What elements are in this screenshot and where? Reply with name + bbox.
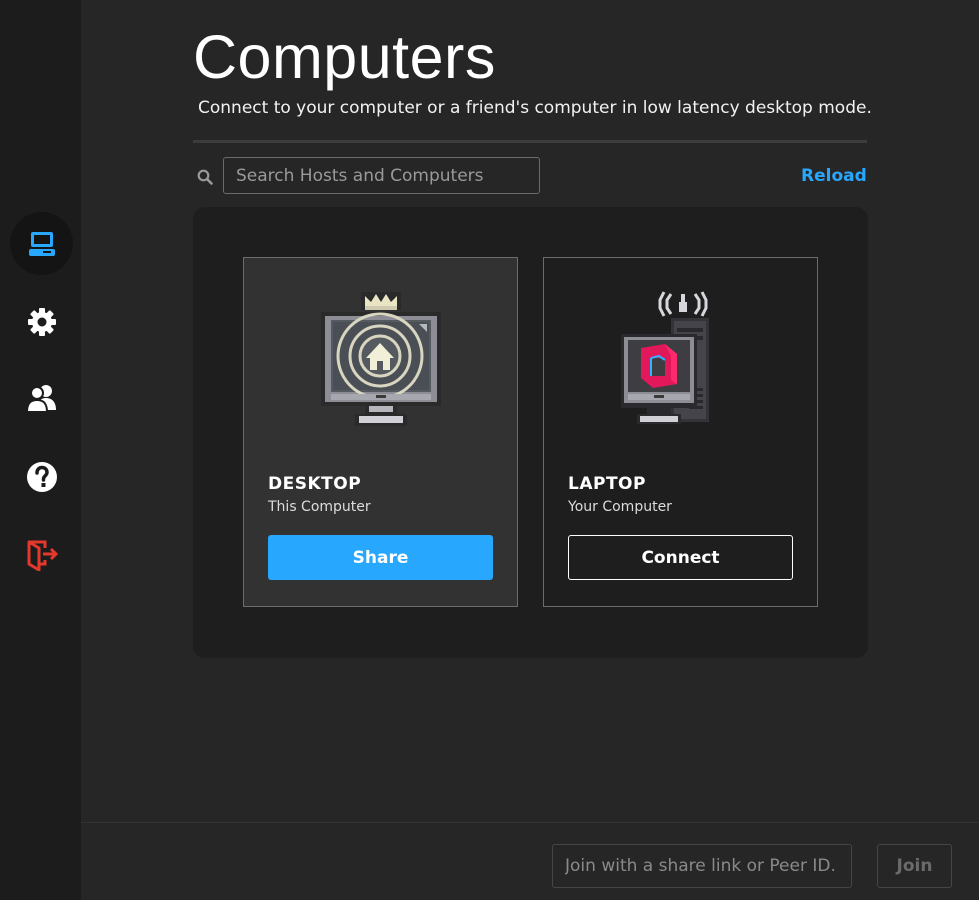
computer-card-desktop: DESKTOP This Computer Share bbox=[243, 257, 518, 607]
sidebar-item-help[interactable] bbox=[10, 445, 73, 508]
remote-computer-icon bbox=[620, 291, 709, 424]
page-subtitle: Connect to your computer or a friend's c… bbox=[198, 98, 872, 118]
computer-name: DESKTOP bbox=[268, 474, 362, 494]
join-input[interactable] bbox=[552, 844, 852, 888]
computer-name: LAPTOP bbox=[568, 474, 646, 494]
main-content: Computers Connect to your computer or a … bbox=[81, 0, 979, 822]
computer-subtitle: Your Computer bbox=[568, 499, 672, 515]
home-monitor-icon bbox=[320, 292, 441, 426]
connect-button[interactable]: Connect bbox=[568, 535, 793, 580]
sidebar-item-friends[interactable] bbox=[10, 366, 73, 429]
sidebar-item-logout[interactable] bbox=[10, 523, 73, 586]
help-icon bbox=[26, 461, 57, 492]
sidebar bbox=[0, 0, 81, 900]
join-button[interactable]: Join bbox=[877, 844, 952, 888]
computer-icon bbox=[28, 231, 55, 256]
sidebar-item-computers[interactable] bbox=[10, 212, 73, 275]
computer-subtitle: This Computer bbox=[268, 499, 371, 515]
header-divider bbox=[193, 140, 867, 143]
search-icon bbox=[197, 169, 213, 185]
join-footer: Join bbox=[81, 822, 979, 900]
users-icon bbox=[25, 384, 56, 413]
sidebar-item-settings[interactable] bbox=[10, 290, 73, 353]
logout-icon bbox=[27, 540, 58, 571]
page-title: Computers bbox=[193, 23, 496, 91]
reload-button[interactable]: Reload bbox=[801, 166, 867, 186]
share-button[interactable]: Share bbox=[268, 535, 493, 580]
computer-card-laptop: LAPTOP Your Computer Connect bbox=[543, 257, 818, 607]
gear-icon bbox=[27, 307, 56, 336]
computers-panel: DESKTOP This Computer Share LAPTOP Your … bbox=[193, 207, 868, 658]
search-input[interactable] bbox=[223, 157, 540, 194]
